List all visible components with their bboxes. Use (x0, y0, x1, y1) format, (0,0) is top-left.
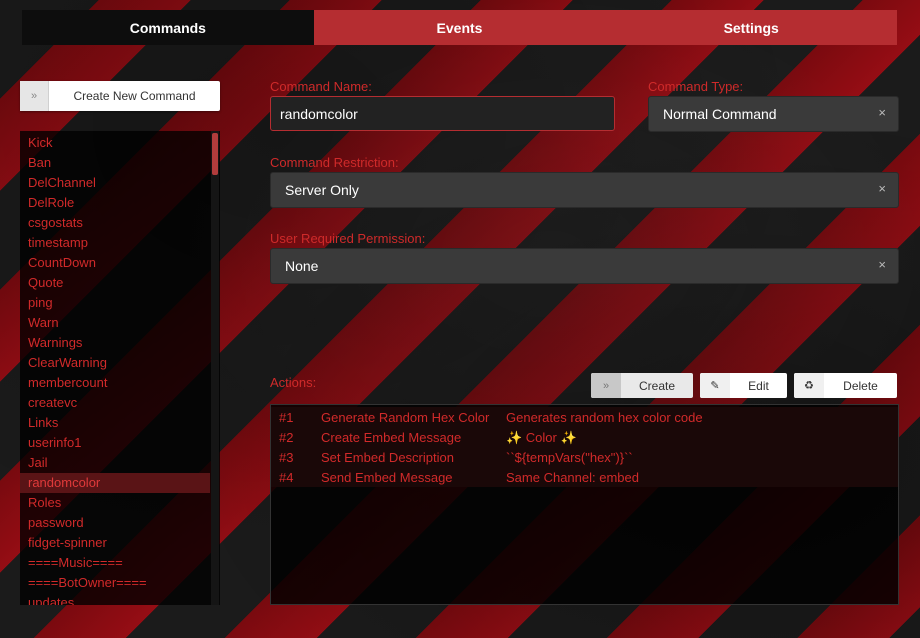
command-list-item[interactable]: Ban (20, 153, 210, 173)
action-name: Set Embed Description (321, 450, 454, 465)
command-list-item[interactable]: ClearWarning (20, 353, 210, 373)
command-list-item[interactable]: ping (20, 293, 210, 313)
double-chevron-right-icon: » (591, 373, 621, 398)
action-description: ``${tempVars("hex")}`` (506, 450, 633, 465)
command-list[interactable]: Kick Ban DelChannel DelRole csgostats timesta… (20, 131, 220, 605)
command-restriction-value: Server Only (285, 182, 359, 198)
main-tabs: Commands Events Settings (22, 10, 898, 45)
user-permission-value: None (285, 258, 319, 274)
action-description: ✨ Color ✨ (506, 430, 577, 445)
command-list-item[interactable]: membercount (20, 373, 210, 393)
command-name-input[interactable] (270, 96, 615, 131)
create-new-command-label: Create New Command (73, 89, 196, 103)
clear-icon[interactable]: × (878, 257, 886, 272)
command-type-select[interactable]: Normal Command × (648, 96, 899, 132)
create-action-label: Create (638, 378, 676, 393)
action-row[interactable]: #3 Set Embed Description ``${tempVars("hex… (271, 447, 898, 467)
clear-icon[interactable]: × (878, 181, 886, 196)
action-number: #2 (279, 430, 294, 445)
user-permission-label: User Required Permission: (270, 231, 426, 246)
command-list-item[interactable]: Quote (20, 273, 210, 293)
action-name: Send Embed Message (321, 470, 453, 485)
actions-label: Actions: (270, 375, 317, 390)
tab-events[interactable]: Events (313, 10, 606, 45)
tab-commands[interactable]: Commands (22, 10, 314, 45)
command-list-item[interactable]: Roles (20, 493, 210, 513)
command-list-item[interactable]: Kick (20, 133, 210, 153)
action-row[interactable]: #2 Create Embed Message ✨ Color ✨ (271, 427, 898, 447)
command-list-item[interactable]: Links (20, 413, 210, 433)
command-list-item[interactable]: Jail (20, 453, 210, 473)
command-list-item[interactable]: Warnings (20, 333, 210, 353)
command-name-label: Command Name: (270, 79, 372, 94)
command-restriction-select[interactable]: Server Only × (270, 172, 899, 208)
actions-list[interactable]: #1 Generate Random Hex Color Generates ran… (270, 404, 899, 605)
command-list-item[interactable]: updates (20, 593, 210, 605)
command-list-item[interactable]: ====BotOwner==== (20, 573, 210, 593)
command-list-item[interactable]: DelChannel (20, 173, 210, 193)
action-row[interactable]: #1 Generate Random Hex Color Generates ran… (271, 407, 898, 427)
action-row[interactable]: #4 Send Embed Message Same Channel: embed (271, 467, 898, 487)
command-list-item[interactable]: DelRole (20, 193, 210, 213)
command-list-item[interactable]: password (20, 513, 210, 533)
action-description: Generates random hex color code (506, 410, 703, 425)
command-list-item[interactable]: ====Music==== (20, 553, 210, 573)
command-list-item[interactable]: timestamp (20, 233, 210, 253)
command-list-item[interactable]: Warn (20, 313, 210, 333)
edit-action-button[interactable]: ✎ Edit (700, 373, 787, 398)
action-name: Create Embed Message (321, 430, 462, 445)
action-number: #4 (279, 470, 294, 485)
command-list-item[interactable]: userinfo1 (20, 433, 210, 453)
scrollbar-thumb[interactable] (212, 133, 218, 175)
action-name: Generate Random Hex Color (321, 410, 490, 425)
command-list-item[interactable]: fidget-spinner (20, 533, 210, 553)
edit-action-label: Edit (748, 378, 769, 393)
command-list-scrollbar[interactable] (211, 131, 219, 605)
command-list-item[interactable]: csgostats (20, 213, 210, 233)
tab-settings[interactable]: Settings (605, 10, 898, 45)
clear-icon[interactable]: × (878, 105, 886, 120)
command-type-label: Command Type: (648, 79, 744, 94)
user-permission-select[interactable]: None × (270, 248, 899, 284)
command-list-item[interactable]: randomcolor (20, 473, 210, 493)
create-new-command-button[interactable]: » Create New Command (20, 81, 220, 111)
command-list-item[interactable]: CountDown (20, 253, 210, 273)
command-list-item[interactable]: createvc (20, 393, 210, 413)
delete-action-label: Delete (843, 378, 878, 393)
action-number: #3 (279, 450, 294, 465)
pencil-icon: ✎ (700, 373, 730, 398)
action-number: #1 (279, 410, 294, 425)
double-chevron-right-icon: » (20, 81, 49, 111)
create-action-button[interactable]: » Create (591, 373, 693, 398)
command-type-value: Normal Command (663, 106, 777, 122)
recycle-icon: ♻ (794, 373, 824, 398)
delete-action-button[interactable]: ♻ Delete (794, 373, 897, 398)
action-description: Same Channel: embed (506, 470, 639, 485)
command-restriction-label: Command Restriction: (270, 155, 399, 170)
